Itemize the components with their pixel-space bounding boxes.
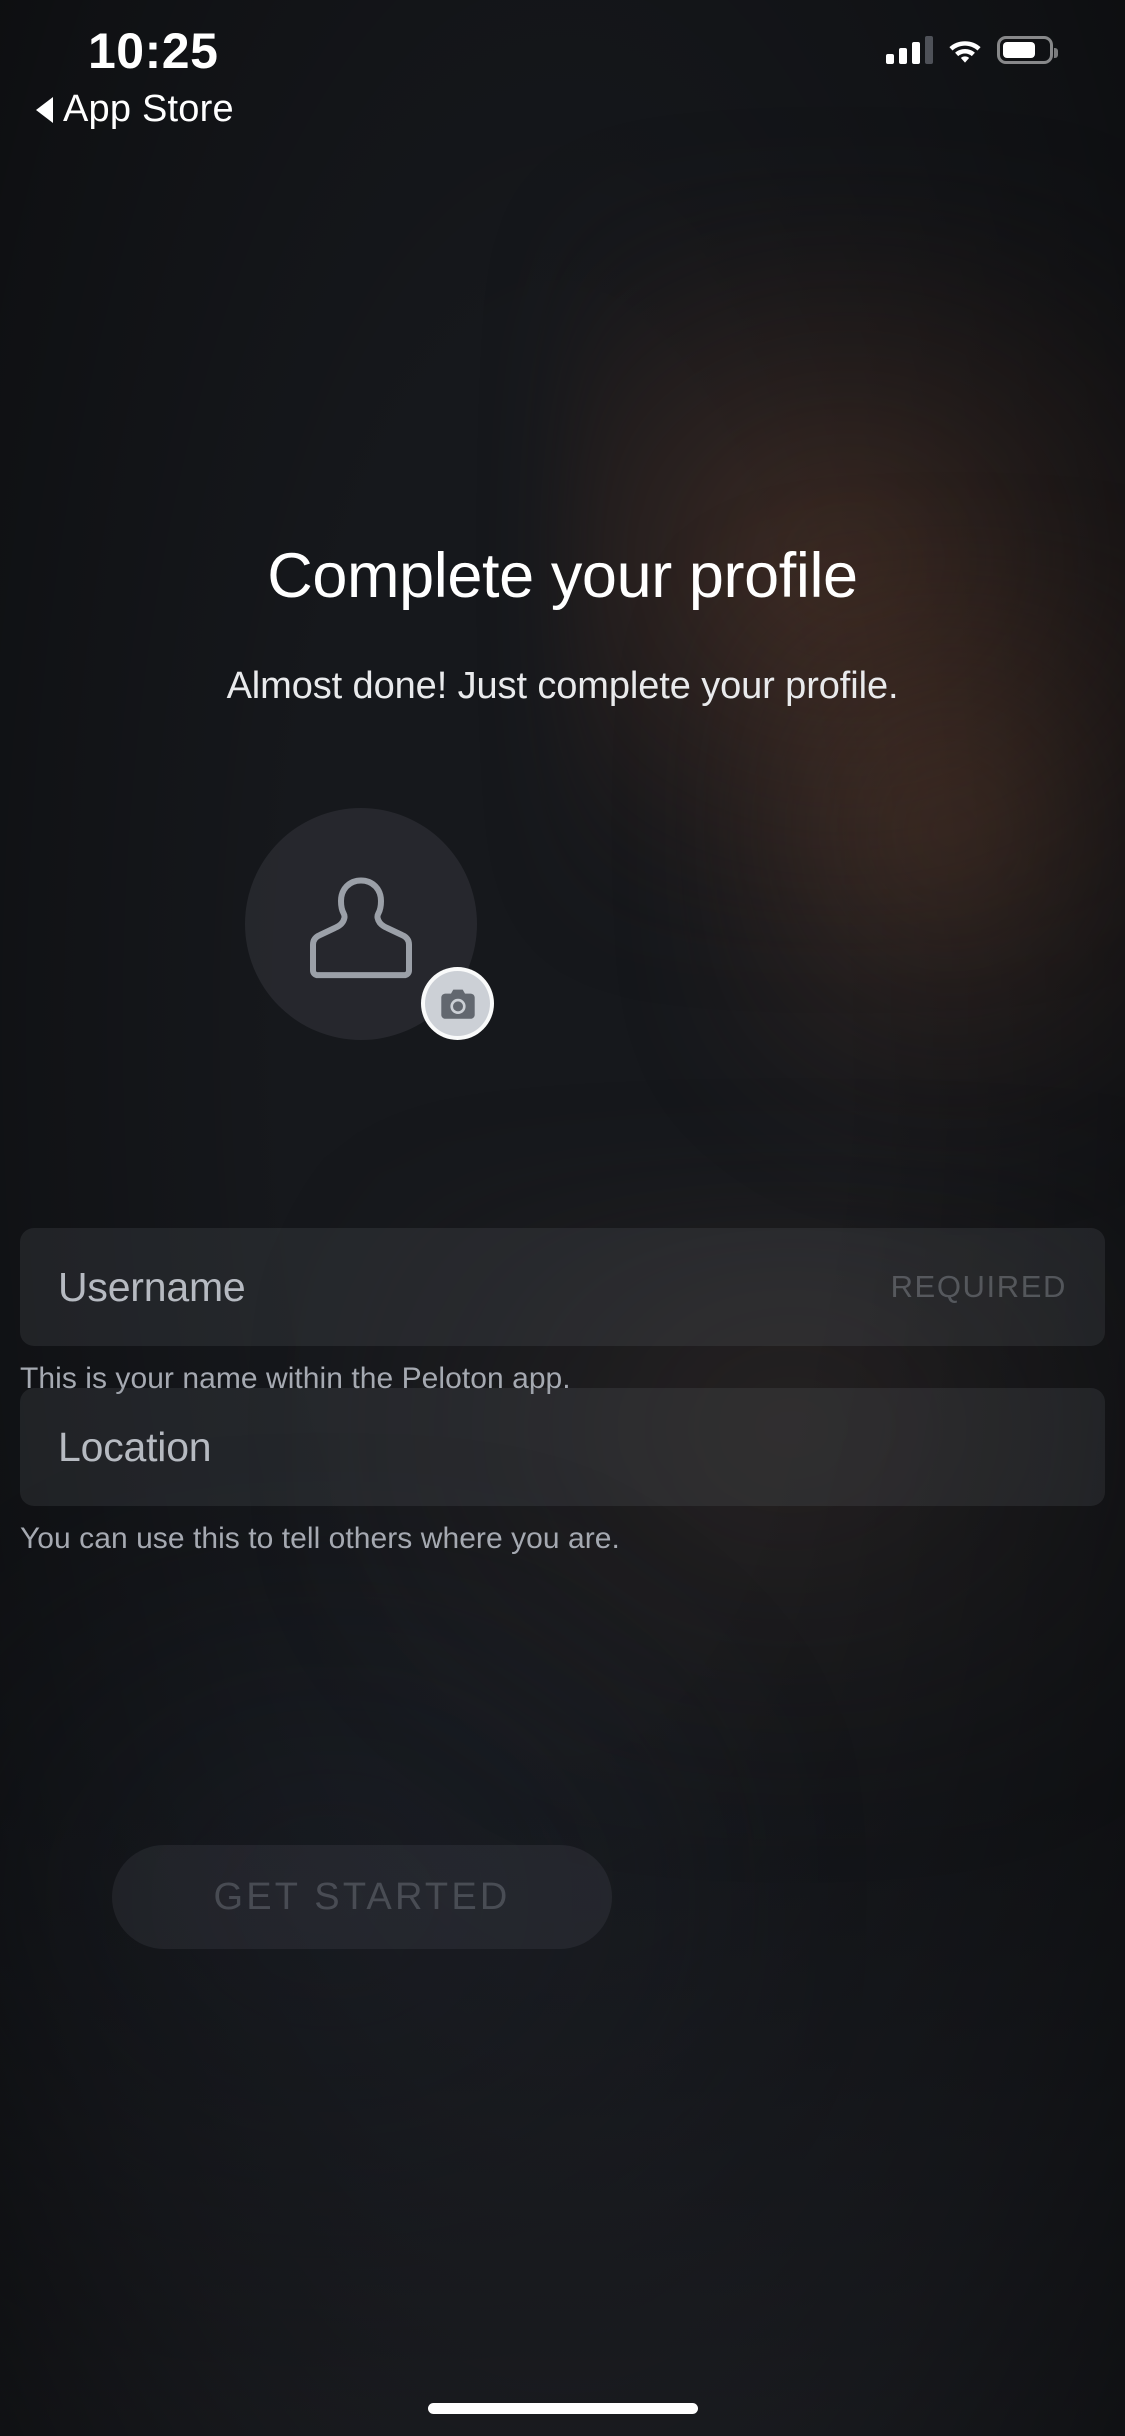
avatar-uploader[interactable] — [245, 808, 494, 1040]
username-placeholder: Username — [58, 1263, 246, 1310]
page-subtitle: Almost done! Just complete your profile. — [226, 665, 899, 707]
location-hint: You can use this to tell others where yo… — [20, 1522, 620, 1555]
location-placeholder: Location — [58, 1423, 212, 1470]
username-input[interactable]: Username REQUIRED — [20, 1228, 1105, 1346]
status-bar-indicators — [886, 36, 1058, 64]
status-bar-clock: 10:25 — [88, 23, 219, 79]
page-title: Complete your profile — [267, 541, 858, 611]
get-started-button[interactable]: GET STARTED — [112, 1845, 612, 1949]
back-triangle-icon — [36, 96, 53, 123]
cellular-signal-icon — [886, 36, 933, 64]
wifi-icon — [949, 41, 981, 63]
camera-icon — [440, 989, 475, 1019]
location-input[interactable]: Location — [20, 1388, 1105, 1506]
username-required-badge: REQUIRED — [890, 1269, 1067, 1304]
person-silhouette-icon — [310, 877, 412, 979]
get-started-label: GET STARTED — [213, 1875, 511, 1918]
home-indicator[interactable] — [427, 2403, 698, 2414]
app-screen: 10:25 App Store Complete your profile Al… — [0, 0, 1125, 2436]
main-content: Complete your profile Almost done! Just … — [0, 0, 1125, 2436]
back-link-label: App Store — [63, 88, 234, 130]
back-to-app-store-link[interactable]: App Store — [36, 88, 234, 131]
battery-icon — [997, 36, 1058, 64]
camera-badge-button[interactable] — [421, 967, 494, 1040]
